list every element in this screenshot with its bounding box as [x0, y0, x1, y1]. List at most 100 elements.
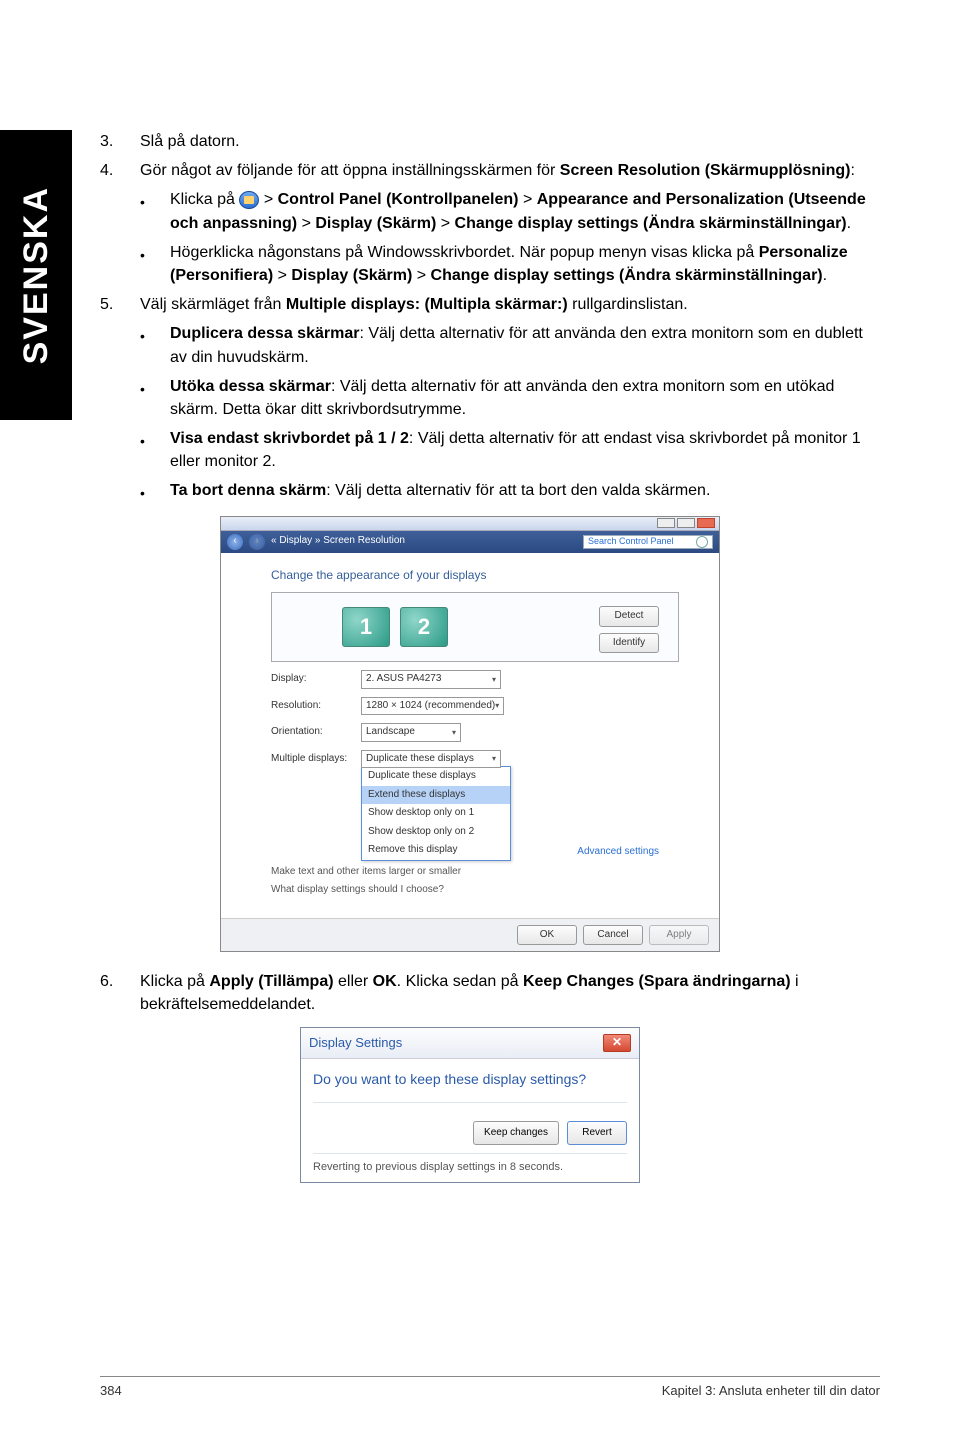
chevron-down-icon: ▾ — [492, 753, 496, 765]
text: . — [847, 215, 851, 232]
window-titlebar[interactable] — [221, 517, 719, 531]
select-value: 2. ASUS PA4273 — [366, 672, 441, 687]
step-text: Slå på datorn. — [140, 130, 880, 153]
search-input[interactable]: Search Control Panel — [583, 535, 713, 549]
dialog-question: Do you want to keep these display settin… — [313, 1069, 627, 1102]
text: Klicka på — [140, 973, 209, 990]
bold-text: OK — [373, 973, 397, 990]
select-value: Duplicate these displays — [366, 752, 474, 767]
bullet-body: Visa endast skrivbordet på 1 / 2: Välj d… — [170, 427, 880, 473]
apply-button[interactable]: Apply — [649, 925, 709, 946]
windows-start-icon — [239, 191, 259, 209]
bold-text: Ta bort denna skärm — [170, 482, 326, 499]
resolution-label: Resolution: — [271, 699, 361, 714]
text: > — [436, 215, 454, 232]
hint-text[interactable]: What display settings should I choose? — [271, 883, 679, 898]
screen-resolution-window: ‹ › « Display » Screen Resolution Search… — [220, 516, 720, 952]
maximize-icon[interactable] — [677, 518, 695, 528]
text: Högerklicka någonstans på Windowsskrivbo… — [170, 244, 759, 261]
bold-text: Multiple displays: (Multipla skärmar:) — [286, 296, 568, 313]
page-number: 384 — [100, 1383, 122, 1398]
bold-text: Control Panel (Kontrollpanelen) — [278, 191, 519, 208]
keep-changes-button[interactable]: Keep changes — [473, 1121, 559, 1146]
page-body: 3. Slå på datorn. 4. Gör något av följan… — [100, 130, 880, 1183]
ok-button[interactable]: OK — [517, 925, 577, 946]
text: > — [412, 267, 430, 284]
multiple-displays-dropdown[interactable]: Duplicate these displays Extend these di… — [361, 766, 511, 861]
step-number: 6. — [100, 970, 140, 1016]
select-value: Landscape — [366, 725, 415, 740]
text: eller — [334, 973, 373, 990]
display-select[interactable]: 2. ASUS PA4273 ▾ — [361, 670, 501, 689]
dialog-title: Display Settings — [309, 1034, 402, 1053]
close-icon[interactable] — [697, 518, 715, 528]
monitor-2-icon[interactable]: 2 — [400, 607, 448, 647]
text: > — [519, 191, 537, 208]
multiple-displays-select[interactable]: Duplicate these displays ▾ — [361, 750, 501, 769]
chevron-down-icon: ▾ — [492, 674, 496, 686]
bold-text: Apply (Tillämpa) — [209, 973, 333, 990]
bullet: • — [140, 241, 170, 287]
detect-button[interactable]: Detect — [599, 606, 659, 627]
bullet-body: Duplicera dessa skärmar: Välj detta alte… — [170, 322, 880, 368]
step-text: Klicka på Apply (Tillämpa) eller OK. Kli… — [140, 970, 880, 1016]
text: : — [851, 162, 855, 179]
chevron-down-icon: ▾ — [452, 727, 456, 739]
dropdown-item[interactable]: Remove this display — [362, 841, 510, 860]
text: . Klicka sedan på — [397, 973, 523, 990]
text: : Välj detta alternativ för att ta bort … — [326, 482, 710, 499]
dialog-titlebar[interactable]: Display Settings ✕ — [301, 1028, 639, 1060]
bullet: • — [140, 322, 170, 368]
minimize-icon[interactable] — [657, 518, 675, 528]
bold-text: Visa endast skrivbordet på 1 / 2 — [170, 430, 409, 447]
monitor-1-icon[interactable]: 1 — [342, 607, 390, 647]
breadcrumb[interactable]: « Display » Screen Resolution — [271, 534, 405, 549]
dropdown-item[interactable]: Show desktop only on 2 — [362, 823, 510, 842]
close-icon[interactable]: ✕ — [603, 1034, 631, 1052]
multiple-displays-label: Multiple displays: — [271, 752, 361, 767]
bold-text: Utöka dessa skärmar — [170, 378, 331, 395]
text: rullgardinslistan. — [568, 296, 688, 313]
bullet-body: Högerklicka någonstans på Windowsskrivbo… — [170, 241, 880, 287]
cancel-button[interactable]: Cancel — [583, 925, 643, 946]
text: > — [259, 191, 277, 208]
step-number: 5. — [100, 293, 140, 316]
forward-icon[interactable]: › — [249, 534, 265, 550]
orientation-select[interactable]: Landscape ▾ — [361, 723, 461, 742]
countdown-text: Reverting to previous display settings i… — [313, 1154, 627, 1176]
bold-text: Change display settings (Ändra skärminst… — [431, 267, 823, 284]
step-text: Gör något av följande för att öppna inst… — [140, 159, 880, 182]
identify-button[interactable]: Identify — [599, 633, 659, 654]
bold-text: Duplicera dessa skärmar — [170, 325, 359, 342]
display-label: Display: — [271, 672, 361, 687]
display-settings-dialog: Display Settings ✕ Do you want to keep t… — [300, 1027, 640, 1184]
step-number: 4. — [100, 159, 140, 182]
advanced-settings-link[interactable]: Advanced settings — [577, 845, 659, 860]
bullet: • — [140, 427, 170, 473]
text: > — [273, 267, 291, 284]
resolution-select[interactable]: 1280 × 1024 (recommended)▾ — [361, 697, 504, 716]
dialog-footer: OK Cancel Apply — [221, 918, 719, 952]
dropdown-item[interactable]: Duplicate these displays — [362, 767, 510, 786]
dropdown-item[interactable]: Extend these displays — [362, 786, 510, 805]
hint-text[interactable]: Make text and other items larger or smal… — [271, 865, 679, 880]
text: Välj skärmläget från — [140, 296, 286, 313]
orientation-label: Orientation: — [271, 725, 361, 740]
step-number: 3. — [100, 130, 140, 153]
select-value: 1280 × 1024 (recommended) — [366, 699, 495, 714]
chevron-down-icon: ▾ — [495, 700, 499, 712]
text: > — [297, 215, 315, 232]
bold-text: Change display settings (Ändra skärminst… — [455, 215, 847, 232]
text: . — [823, 267, 827, 284]
language-label: SVENSKA — [17, 186, 56, 364]
revert-button[interactable]: Revert — [567, 1121, 627, 1146]
bullet: • — [140, 479, 170, 503]
bold-text: Keep Changes (Spara ändringarna) — [523, 973, 791, 990]
bold-text: Display (Skärm) — [315, 215, 436, 232]
panel-heading: Change the appearance of your displays — [271, 567, 679, 584]
bullet: • — [140, 375, 170, 421]
bullet-body: Utöka dessa skärmar: Välj detta alternat… — [170, 375, 880, 421]
dropdown-item[interactable]: Show desktop only on 1 — [362, 804, 510, 823]
back-icon[interactable]: ‹ — [227, 534, 243, 550]
step-text: Välj skärmläget från Multiple displays: … — [140, 293, 880, 316]
